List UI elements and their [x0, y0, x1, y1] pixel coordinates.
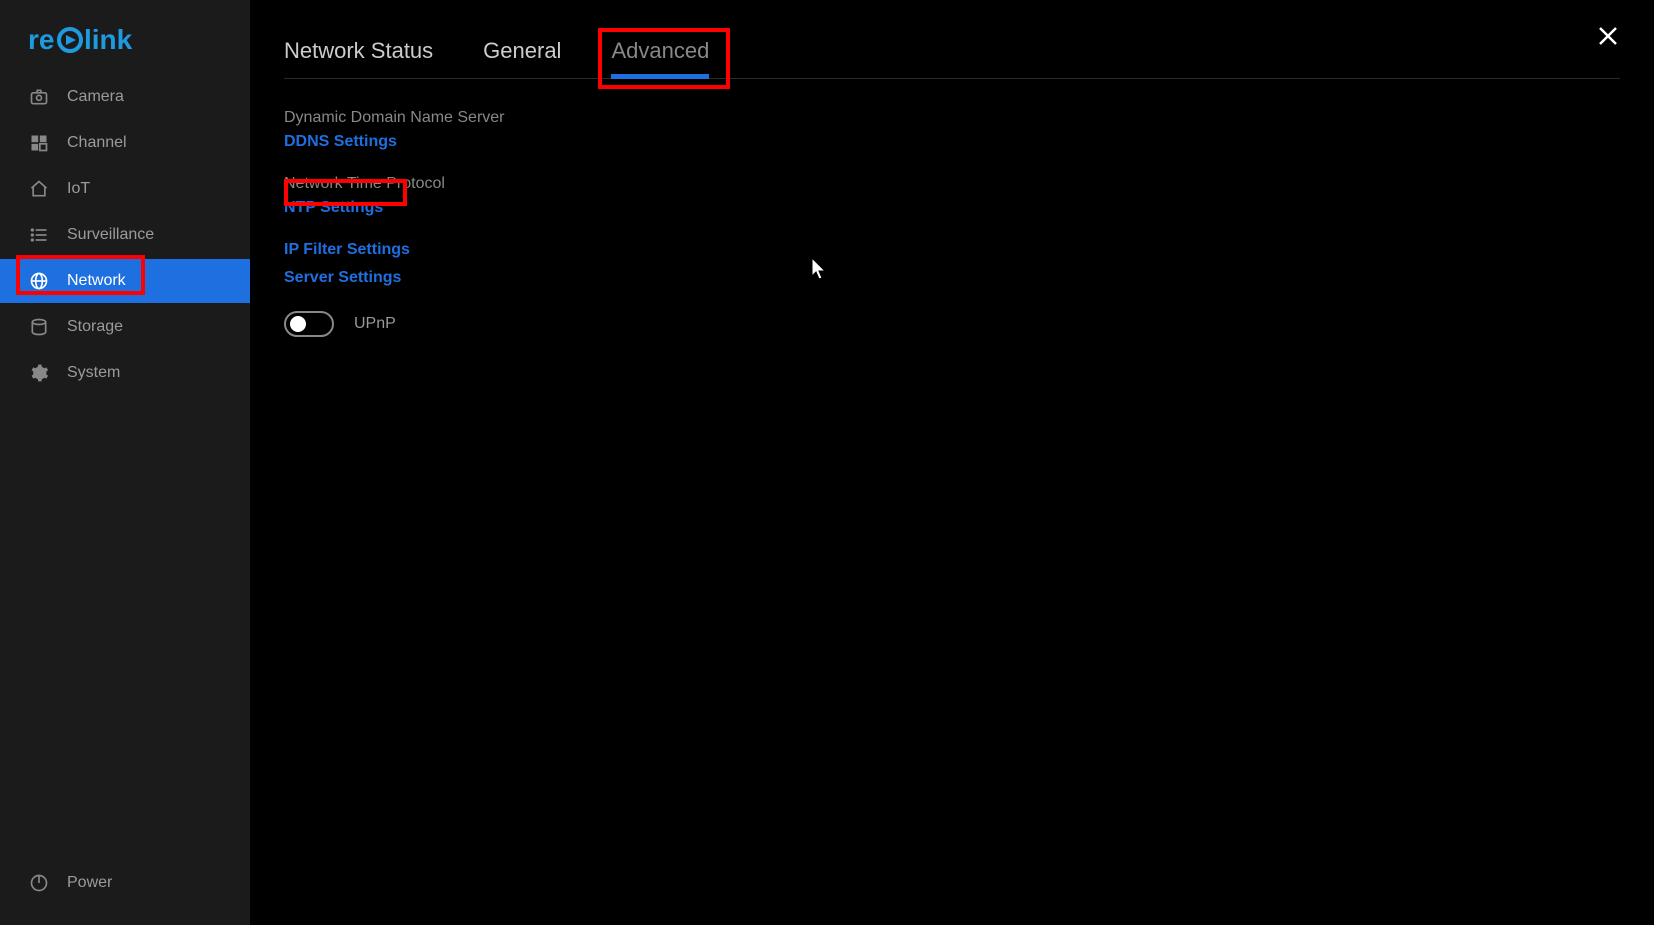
advanced-panel: Dynamic Domain Name Server DDNS Settings…: [284, 79, 1620, 337]
server-settings-link[interactable]: Server Settings: [284, 269, 401, 287]
main-content: Network Status General Advanced Dynamic …: [250, 0, 1654, 925]
sidebar-bottom: Power: [0, 861, 250, 925]
sidebar-item-label: System: [67, 364, 120, 382]
sidebar-item-iot[interactable]: IoT: [0, 167, 250, 211]
tab-advanced[interactable]: Advanced: [611, 28, 709, 78]
ddns-settings-link[interactable]: DDNS Settings: [284, 133, 397, 151]
ip-filter-settings-link[interactable]: IP Filter Settings: [284, 241, 410, 259]
sidebar-item-channel[interactable]: Channel: [0, 121, 250, 165]
svg-text:re: re: [28, 25, 54, 55]
ntp-heading: Network Time Protocol: [284, 175, 1620, 193]
camera-icon: [28, 86, 50, 108]
svg-text:link: link: [84, 25, 133, 55]
sidebar-item-label: IoT: [67, 180, 90, 198]
sidebar-item-network[interactable]: Network: [0, 259, 250, 303]
sidebar-item-camera[interactable]: Camera: [0, 75, 250, 119]
list-icon: [28, 224, 50, 246]
globe-icon: [28, 270, 50, 292]
sidebar-item-storage[interactable]: Storage: [0, 305, 250, 349]
sidebar-item-label: Network: [67, 272, 126, 290]
sidebar-item-label: Surveillance: [67, 226, 154, 244]
tab-network-status[interactable]: Network Status: [284, 28, 433, 78]
sidebar-nav: Camera Channel IoT Surveillance Network: [0, 75, 250, 395]
sidebar-item-label: Power: [67, 874, 112, 892]
power-icon: [28, 872, 50, 894]
sidebar-item-label: Camera: [67, 88, 124, 106]
disk-icon: [28, 316, 50, 338]
grid-icon: [28, 132, 50, 154]
upnp-toggle[interactable]: [284, 311, 334, 337]
ddns-heading: Dynamic Domain Name Server: [284, 109, 1620, 127]
sidebar: re link Camera Channel IoT: [0, 0, 250, 925]
ntp-settings-link[interactable]: NTP Settings: [284, 199, 383, 217]
sidebar-item-surveillance[interactable]: Surveillance: [0, 213, 250, 257]
upnp-row: UPnP: [284, 311, 1620, 337]
upnp-label: UPnP: [354, 315, 396, 333]
home-icon: [28, 178, 50, 200]
sidebar-item-power[interactable]: Power: [0, 861, 250, 905]
sidebar-item-label: Storage: [67, 318, 123, 336]
sidebar-item-label: Channel: [67, 134, 127, 152]
tab-general[interactable]: General: [483, 28, 561, 78]
tab-bar: Network Status General Advanced: [284, 28, 1620, 79]
brand-logo: re link: [0, 15, 250, 75]
toggle-knob: [290, 316, 306, 332]
gear-icon: [28, 362, 50, 384]
sidebar-item-system[interactable]: System: [0, 351, 250, 395]
